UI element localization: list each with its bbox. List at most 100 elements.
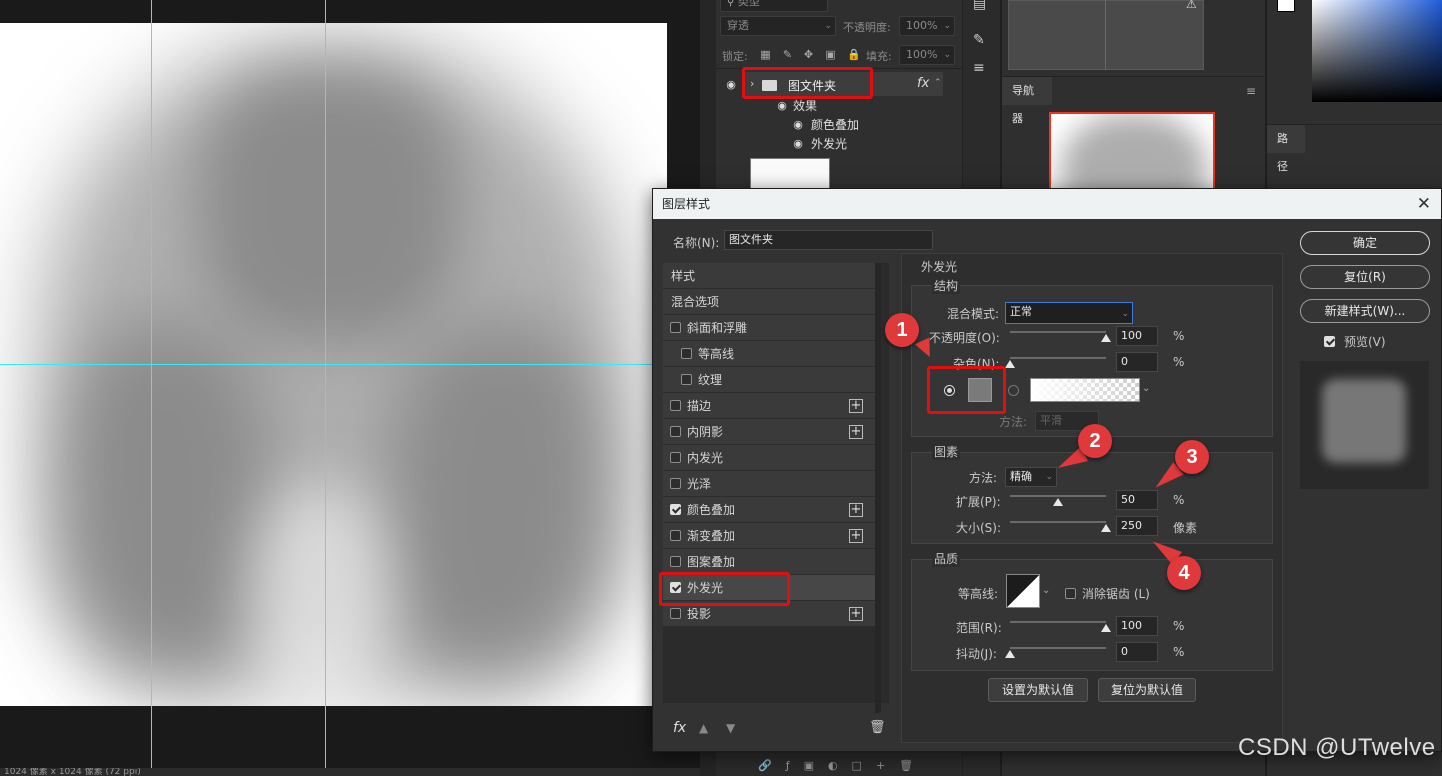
style-checkbox[interactable] [670,400,681,411]
blend-mode-select[interactable]: 正常 ⌄ [1005,302,1133,324]
panel-menu-icon[interactable]: ≡ [1246,84,1256,98]
size-slider[interactable] [1010,521,1106,523]
noise-input[interactable]: 0 [1116,352,1158,372]
gradient-swatch[interactable] [1030,378,1140,402]
lock-artboard-icon[interactable]: ▣ [825,49,836,60]
guide-vertical[interactable] [325,0,326,776]
size-slider-thumb[interactable] [1101,524,1111,532]
style-item[interactable]: 颜色叠加 + [663,497,875,523]
foreground-color-swatch[interactable] [1277,0,1295,12]
document-canvas[interactable]: 1024 像素 x 1024 像素 (72 ppi) [0,0,700,776]
opacity-slider[interactable] [1010,331,1106,333]
style-checkbox[interactable] [681,348,692,359]
style-item[interactable]: 渐变叠加 + [663,523,875,549]
brush-settings-icon[interactable]: ✎ [973,32,985,48]
navigator-preview[interactable] [1049,112,1215,192]
lock-position-icon[interactable]: ✥ [803,49,814,60]
adjustments-icon[interactable]: ≡ [973,60,985,76]
anti-alias-label[interactable]: 消除锯齿 (L) [1082,585,1150,602]
color-picker-field[interactable] [1312,0,1442,102]
visibility-eye-icon[interactable]: ◉ [791,119,805,130]
contour-dropdown-caret[interactable]: ⌄ [1042,585,1052,619]
guide-horizontal[interactable] [0,364,700,365]
lock-transparent-icon[interactable]: ▦ [760,49,771,60]
comment-icon[interactable]: ▤ [973,0,986,12]
move-up-icon[interactable]: ▲ [699,721,708,735]
spread-slider-thumb[interactable] [1053,498,1063,506]
tab-navigator[interactable]: 导航器 [1002,77,1052,125]
style-item[interactable]: 描边 + [663,393,875,419]
visibility-eye-icon[interactable]: ◉ [791,138,805,149]
style-item[interactable]: 等高线 [663,341,875,367]
add-effect-icon[interactable]: + [849,399,863,413]
style-checkbox[interactable] [670,530,681,541]
noise-slider-thumb[interactable] [1005,360,1015,368]
style-checkbox[interactable] [670,478,681,489]
effect-color-overlay[interactable]: 颜色叠加 [811,116,859,133]
layer-fill-field[interactable]: 100% ⌄ [899,45,955,65]
close-icon[interactable]: ✕ [1417,189,1431,219]
anti-alias-checkbox[interactable] [1065,588,1076,599]
gradient-dropdown-caret[interactable]: ⌄ [1142,383,1150,394]
add-effect-icon[interactable]: + [849,607,863,621]
collapse-caret-icon[interactable]: ⌃ [934,78,942,88]
range-slider[interactable] [1010,621,1106,623]
reset-button[interactable]: 复位(R) [1300,265,1430,289]
layer-blend-mode-select[interactable]: 穿透 ⌄ [720,16,836,36]
range-input[interactable]: 100 [1116,616,1158,636]
new-style-button[interactable]: 新建样式(W)... [1300,299,1430,323]
range-slider-thumb[interactable] [1101,624,1111,632]
fx-icon[interactable]: fx [917,76,929,91]
style-checkbox[interactable] [681,374,692,385]
reset-default-button[interactable]: 复位为默认值 [1098,678,1196,702]
gradient-radio[interactable] [1008,385,1019,396]
style-checkbox[interactable] [670,452,681,463]
blend-options-item[interactable]: 混合选项 [663,289,875,315]
jitter-slider[interactable] [1010,647,1106,649]
style-item[interactable]: 光泽 [663,471,875,497]
jitter-slider-thumb[interactable] [1005,650,1015,658]
lock-paint-icon[interactable]: ✎ [782,49,793,60]
set-default-button[interactable]: 设置为默认值 [988,678,1088,702]
style-checkbox[interactable] [670,322,681,333]
layer-kind-filter[interactable]: ⚲ 类型 [720,0,828,12]
preview-checkbox[interactable] [1324,336,1335,347]
guide-vertical[interactable] [151,0,152,776]
style-item[interactable]: 斜面和浮雕 [663,315,875,341]
visibility-eye-icon[interactable]: ◉ [724,79,738,90]
styles-header[interactable]: 样式 [663,263,875,289]
layer-thumbnail[interactable] [750,158,830,190]
add-effect-icon[interactable]: + [849,529,863,543]
contour-picker[interactable] [1006,574,1040,608]
style-item[interactable]: 内阴影 + [663,419,875,445]
trash-icon[interactable]: 🗑 [869,720,886,735]
dialog-title[interactable]: 图层样式 [653,189,1441,219]
spread-slider[interactable] [1010,495,1106,497]
ok-button[interactable]: 确定 [1300,231,1430,255]
style-checkbox[interactable] [670,426,681,437]
preview-label[interactable]: 预览(V) [1344,333,1386,350]
style-checkbox[interactable] [670,556,681,567]
add-effect-icon[interactable]: + [849,425,863,439]
noise-slider[interactable] [1010,357,1106,359]
opacity-input[interactable]: 100 [1116,326,1158,346]
warning-icon[interactable]: ⚠ [1186,0,1197,11]
style-item[interactable]: 内发光 [663,445,875,471]
lock-all-icon[interactable]: 🔒 [847,49,861,60]
layer-opacity-field[interactable]: 100% ⌄ [899,16,955,36]
styles-scrollbar[interactable] [875,263,881,713]
style-checkbox[interactable] [670,504,681,515]
spread-input[interactable]: 50 [1116,490,1158,510]
jitter-input[interactable]: 0 [1116,642,1158,662]
visibility-eye-icon[interactable]: ◉ [775,100,789,111]
style-name-input[interactable]: 图文件夹 [724,230,933,250]
style-item[interactable]: 纹理 [663,367,875,393]
tab-paths[interactable]: 路径 [1267,125,1305,173]
layers-footer-icons[interactable]: 🔗ƒ▣◐□+🗑 [716,756,962,776]
style-checkbox[interactable] [670,608,681,619]
add-effect-icon[interactable]: + [849,503,863,517]
move-down-icon[interactable]: ▼ [726,721,735,735]
technique-select[interactable]: 精确 ⌄ [1005,467,1057,487]
fx-menu-icon[interactable]: fx [673,720,686,736]
size-input[interactable]: 250 [1116,516,1158,536]
